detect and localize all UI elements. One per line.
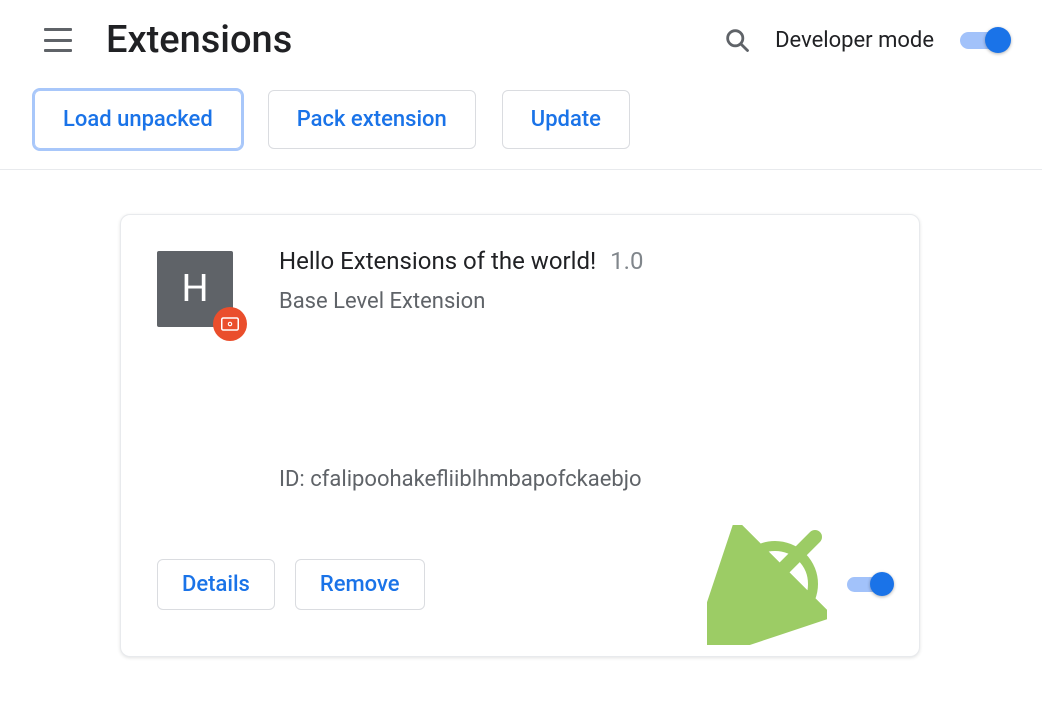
load-unpacked-button[interactable]: Load unpacked	[34, 90, 242, 149]
menu-icon[interactable]	[44, 28, 72, 52]
extension-id-value: cfalipoohakefliiblhmbapofckaebjo	[310, 467, 641, 492]
unpacked-badge-icon	[213, 307, 247, 341]
page-header: Extensions Developer mode	[0, 0, 1042, 78]
reload-icon	[758, 567, 792, 601]
extension-name: Hello Extensions of the world!	[279, 247, 596, 275]
extension-version: 1.0	[610, 247, 643, 275]
search-icon[interactable]	[723, 26, 751, 54]
reload-button[interactable]	[755, 564, 795, 604]
developer-mode-toggle[interactable]	[958, 30, 1008, 50]
pack-extension-button[interactable]: Pack extension	[268, 90, 476, 149]
page-title: Extensions	[106, 18, 292, 62]
toolbar: Load unpacked Pack extension Update	[0, 78, 1042, 169]
extension-card: H Hello Extensions of the world! 1.0 Bas…	[120, 214, 920, 657]
developer-mode-label: Developer mode	[775, 28, 934, 53]
remove-button[interactable]: Remove	[295, 559, 425, 610]
extension-id-label: ID:	[279, 467, 305, 492]
extension-id: ID: cfalipoohakefliiblhmbapofckaebjo	[279, 467, 891, 492]
update-button[interactable]: Update	[502, 90, 630, 149]
details-button[interactable]: Details	[157, 559, 275, 610]
extension-enable-toggle[interactable]	[845, 575, 891, 593]
extension-icon: H	[157, 251, 233, 327]
extension-description: Base Level Extension	[279, 289, 643, 314]
